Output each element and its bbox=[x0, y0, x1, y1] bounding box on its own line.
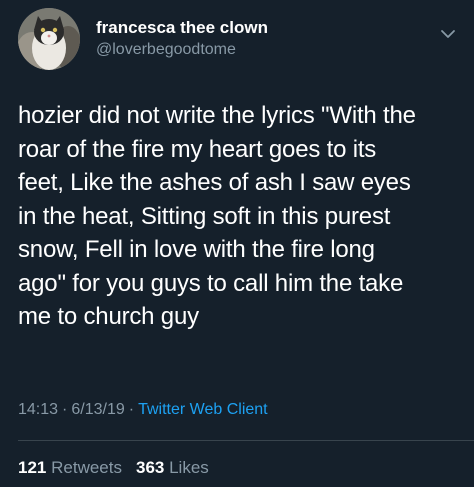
likes-label: Likes bbox=[169, 458, 209, 477]
user-handle[interactable]: @loverbegoodtome bbox=[96, 40, 268, 60]
chevron-down-icon[interactable] bbox=[438, 24, 458, 44]
tweet-text-line: me to church guy bbox=[18, 303, 199, 330]
meta-separator: · bbox=[62, 401, 68, 418]
tweet-card: francesca thee clown @loverbegoodtome ho… bbox=[0, 0, 474, 487]
likes-stat[interactable]: 363 Likes bbox=[136, 458, 209, 477]
divider bbox=[18, 440, 474, 441]
cat-avatar-icon bbox=[18, 8, 80, 70]
retweets-count: 121 bbox=[18, 458, 47, 477]
retweets-label: Retweets bbox=[51, 458, 122, 477]
display-name[interactable]: francesca thee clown bbox=[96, 18, 268, 38]
likes-count: 363 bbox=[135, 458, 165, 477]
tweet-text: hozier did not write the lyrics "With th… bbox=[18, 99, 464, 334]
meta-separator: · bbox=[128, 401, 135, 418]
tweet-date[interactable]: 6/13/19 bbox=[71, 401, 124, 418]
retweets-stat[interactable]: 121 Retweets bbox=[18, 458, 122, 477]
tweet-text-line: roar of the fire my heart goes to its bbox=[18, 135, 377, 163]
tweet-stats: 121 Retweets 363 Likes bbox=[18, 457, 209, 479]
client-link[interactable]: Twitter Web Client bbox=[138, 401, 268, 418]
tweet-text-line: in the heat, Sitting soft in this purest bbox=[18, 202, 391, 230]
tweet-header: francesca thee clown @loverbegoodtome bbox=[18, 8, 458, 72]
tweet-text-line: ago" for you guys to call him the take bbox=[18, 269, 404, 297]
user-names: francesca thee clown @loverbegoodtome bbox=[96, 18, 268, 60]
tweet-meta: 14:13 · 6/13/19 · Twitter Web Client bbox=[18, 399, 268, 421]
tweet-text-line: feet, Like the ashes of ash I saw eyes bbox=[18, 169, 411, 196]
avatar[interactable] bbox=[18, 8, 80, 70]
tweet-text-line: hozier did not write the lyrics "With th… bbox=[18, 102, 416, 129]
tweet-text-line: snow, Fell in love with the fire long bbox=[18, 236, 375, 263]
tweet-time[interactable]: 14:13 bbox=[18, 401, 58, 418]
